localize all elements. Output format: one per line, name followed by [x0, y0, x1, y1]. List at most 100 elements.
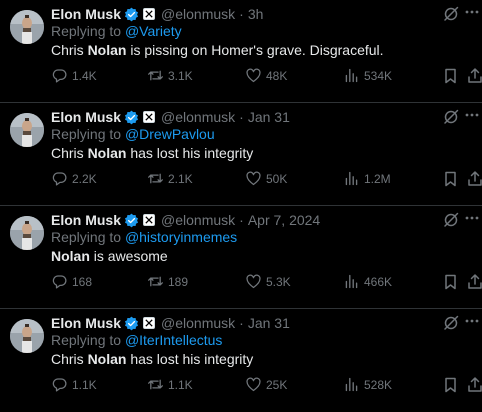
timestamp[interactable]: Jan 31: [248, 315, 290, 331]
display-name[interactable]: Elon Musk: [51, 315, 121, 331]
timestamp[interactable]: Apr 7, 2024: [248, 212, 320, 228]
grok-icon[interactable]: [443, 109, 459, 125]
user-handle[interactable]: @elonmusk: [161, 6, 235, 22]
user-handle[interactable]: @elonmusk: [161, 212, 235, 228]
retweet-button[interactable]: 1.1K: [147, 376, 193, 393]
verified-badge-icon[interactable]: [124, 110, 139, 125]
tweet-text: Chris Nolan has lost his integrity: [51, 145, 253, 161]
retweet-icon: [148, 173, 163, 184]
share-icon[interactable]: [467, 67, 482, 84]
tweet-header: Elon Musk @elonmusk · Apr 7, 2024: [51, 211, 431, 229]
avatar[interactable]: [10, 113, 44, 147]
retweet-button[interactable]: 3.1K: [147, 67, 193, 84]
views-button[interactable]: 466K: [343, 273, 392, 290]
views-button[interactable]: 1.2M: [343, 170, 391, 187]
tweet-text-before: Chris: [51, 351, 88, 367]
timestamp[interactable]: Jan 31: [248, 109, 290, 125]
bookmark-icon[interactable]: [443, 68, 458, 84]
display-name[interactable]: Elon Musk: [51, 109, 121, 125]
like-button[interactable]: 5.3K: [245, 273, 291, 290]
tweet[interactable]: Elon Musk @elonmusk · Jan 31 Replying to…: [0, 309, 482, 412]
tweet-actions: 1.4K 3.1K 48K 534K: [0, 67, 482, 85]
retweet-icon: [148, 276, 163, 287]
like-button[interactable]: 25K: [245, 376, 287, 393]
view-count: 534K: [364, 68, 393, 83]
tweet-text-after: has lost his integrity: [126, 351, 254, 367]
views-button[interactable]: 534K: [343, 67, 392, 84]
like-icon: [246, 171, 261, 186]
like-count: 48K: [266, 68, 288, 83]
tweet-text-before: Chris: [51, 42, 88, 58]
retweet-count: 1.1K: [168, 377, 193, 392]
more-options-icon[interactable]: [465, 314, 479, 328]
timestamp[interactable]: 3h: [248, 6, 264, 22]
like-icon: [246, 377, 261, 392]
user-handle[interactable]: @elonmusk: [161, 109, 235, 125]
tweet-text-bold: Nolan: [87, 145, 127, 161]
reply-button[interactable]: 168: [51, 273, 92, 290]
x-affiliate-badge-icon[interactable]: [143, 317, 156, 329]
replying-to-mention[interactable]: @DrewPavlou: [125, 126, 215, 142]
share-icon[interactable]: [467, 273, 482, 290]
tweet-text-before: Chris: [51, 145, 88, 161]
share-icon[interactable]: [467, 376, 482, 393]
retweet-button[interactable]: 2.1K: [147, 170, 193, 187]
tweet-text: Chris Nolan is pissing on Homer's grave.…: [51, 42, 384, 58]
grok-icon[interactable]: [443, 212, 459, 228]
views-icon: [345, 274, 358, 289]
replying-to-mention[interactable]: @Variety: [125, 23, 182, 39]
retweet-icon: [148, 379, 163, 390]
tweet-actions: 1.1K 1.1K 25K 528K: [0, 376, 482, 394]
user-handle[interactable]: @elonmusk: [161, 315, 235, 331]
view-count: 528K: [364, 377, 393, 392]
tweet-text: Nolan is awesome: [51, 248, 168, 264]
more-options-icon[interactable]: [465, 211, 479, 225]
tweet[interactable]: Elon Musk @elonmusk · Apr 7, 2024 Replyi…: [0, 206, 482, 309]
tweet-text-after: is pissing on Homer's grave. Disgraceful…: [126, 42, 384, 58]
verified-badge-icon[interactable]: [124, 7, 139, 22]
replying-to-mention[interactable]: @historyinmemes: [125, 229, 237, 245]
like-count: 5.3K: [266, 274, 291, 289]
more-options-icon[interactable]: [465, 5, 479, 19]
like-icon: [246, 274, 261, 289]
tweet-text-after: is awesome: [89, 248, 168, 264]
reply-button[interactable]: 1.1K: [51, 376, 97, 393]
reply-button[interactable]: 1.4K: [51, 67, 97, 84]
bookmark-icon[interactable]: [443, 377, 458, 393]
tweet-header: Elon Musk @elonmusk · Jan 31: [51, 314, 431, 332]
tweet[interactable]: Elon Musk @elonmusk · Jan 31 Replying to…: [0, 103, 482, 206]
verified-badge-icon[interactable]: [124, 316, 139, 331]
bookmark-icon[interactable]: [443, 274, 458, 290]
bookmark-icon[interactable]: [443, 171, 458, 187]
share-icon[interactable]: [467, 170, 482, 187]
views-button[interactable]: 528K: [343, 376, 392, 393]
reply-icon: [52, 69, 67, 83]
avatar[interactable]: [10, 319, 44, 353]
reply-button[interactable]: 2.2K: [51, 170, 97, 187]
display-name[interactable]: Elon Musk: [51, 6, 121, 22]
like-button[interactable]: 50K: [245, 170, 287, 187]
avatar[interactable]: [10, 10, 44, 44]
like-button[interactable]: 48K: [245, 67, 287, 84]
tweet-text: Chris Nolan has lost his integrity: [51, 351, 253, 367]
retweet-button[interactable]: 189: [147, 273, 188, 290]
tweet-text-bold: Nolan: [51, 248, 90, 264]
x-affiliate-badge-icon[interactable]: [143, 214, 156, 226]
replying-to-mention[interactable]: @IterIntellectus: [125, 332, 222, 348]
x-affiliate-badge-icon[interactable]: [143, 8, 156, 20]
grok-icon[interactable]: [443, 315, 459, 331]
grok-icon[interactable]: [443, 6, 459, 22]
more-options-icon[interactable]: [465, 108, 479, 122]
tweet-header: Elon Musk @elonmusk · 3h: [51, 5, 431, 23]
display-name[interactable]: Elon Musk: [51, 212, 121, 228]
views-icon: [345, 377, 358, 392]
replying-to: Replying to @historyinmemes: [51, 229, 237, 245]
x-affiliate-badge-icon[interactable]: [143, 111, 156, 123]
tweet[interactable]: Elon Musk @elonmusk · 3h Replying to @Va…: [0, 0, 482, 103]
tweet-actions: 168 189 5.3K 466K: [0, 273, 482, 291]
views-icon: [345, 171, 358, 186]
retweet-count: 2.1K: [168, 171, 193, 186]
verified-badge-icon[interactable]: [124, 213, 139, 228]
replying-to-prefix: Replying to: [51, 332, 122, 348]
avatar[interactable]: [10, 216, 44, 250]
